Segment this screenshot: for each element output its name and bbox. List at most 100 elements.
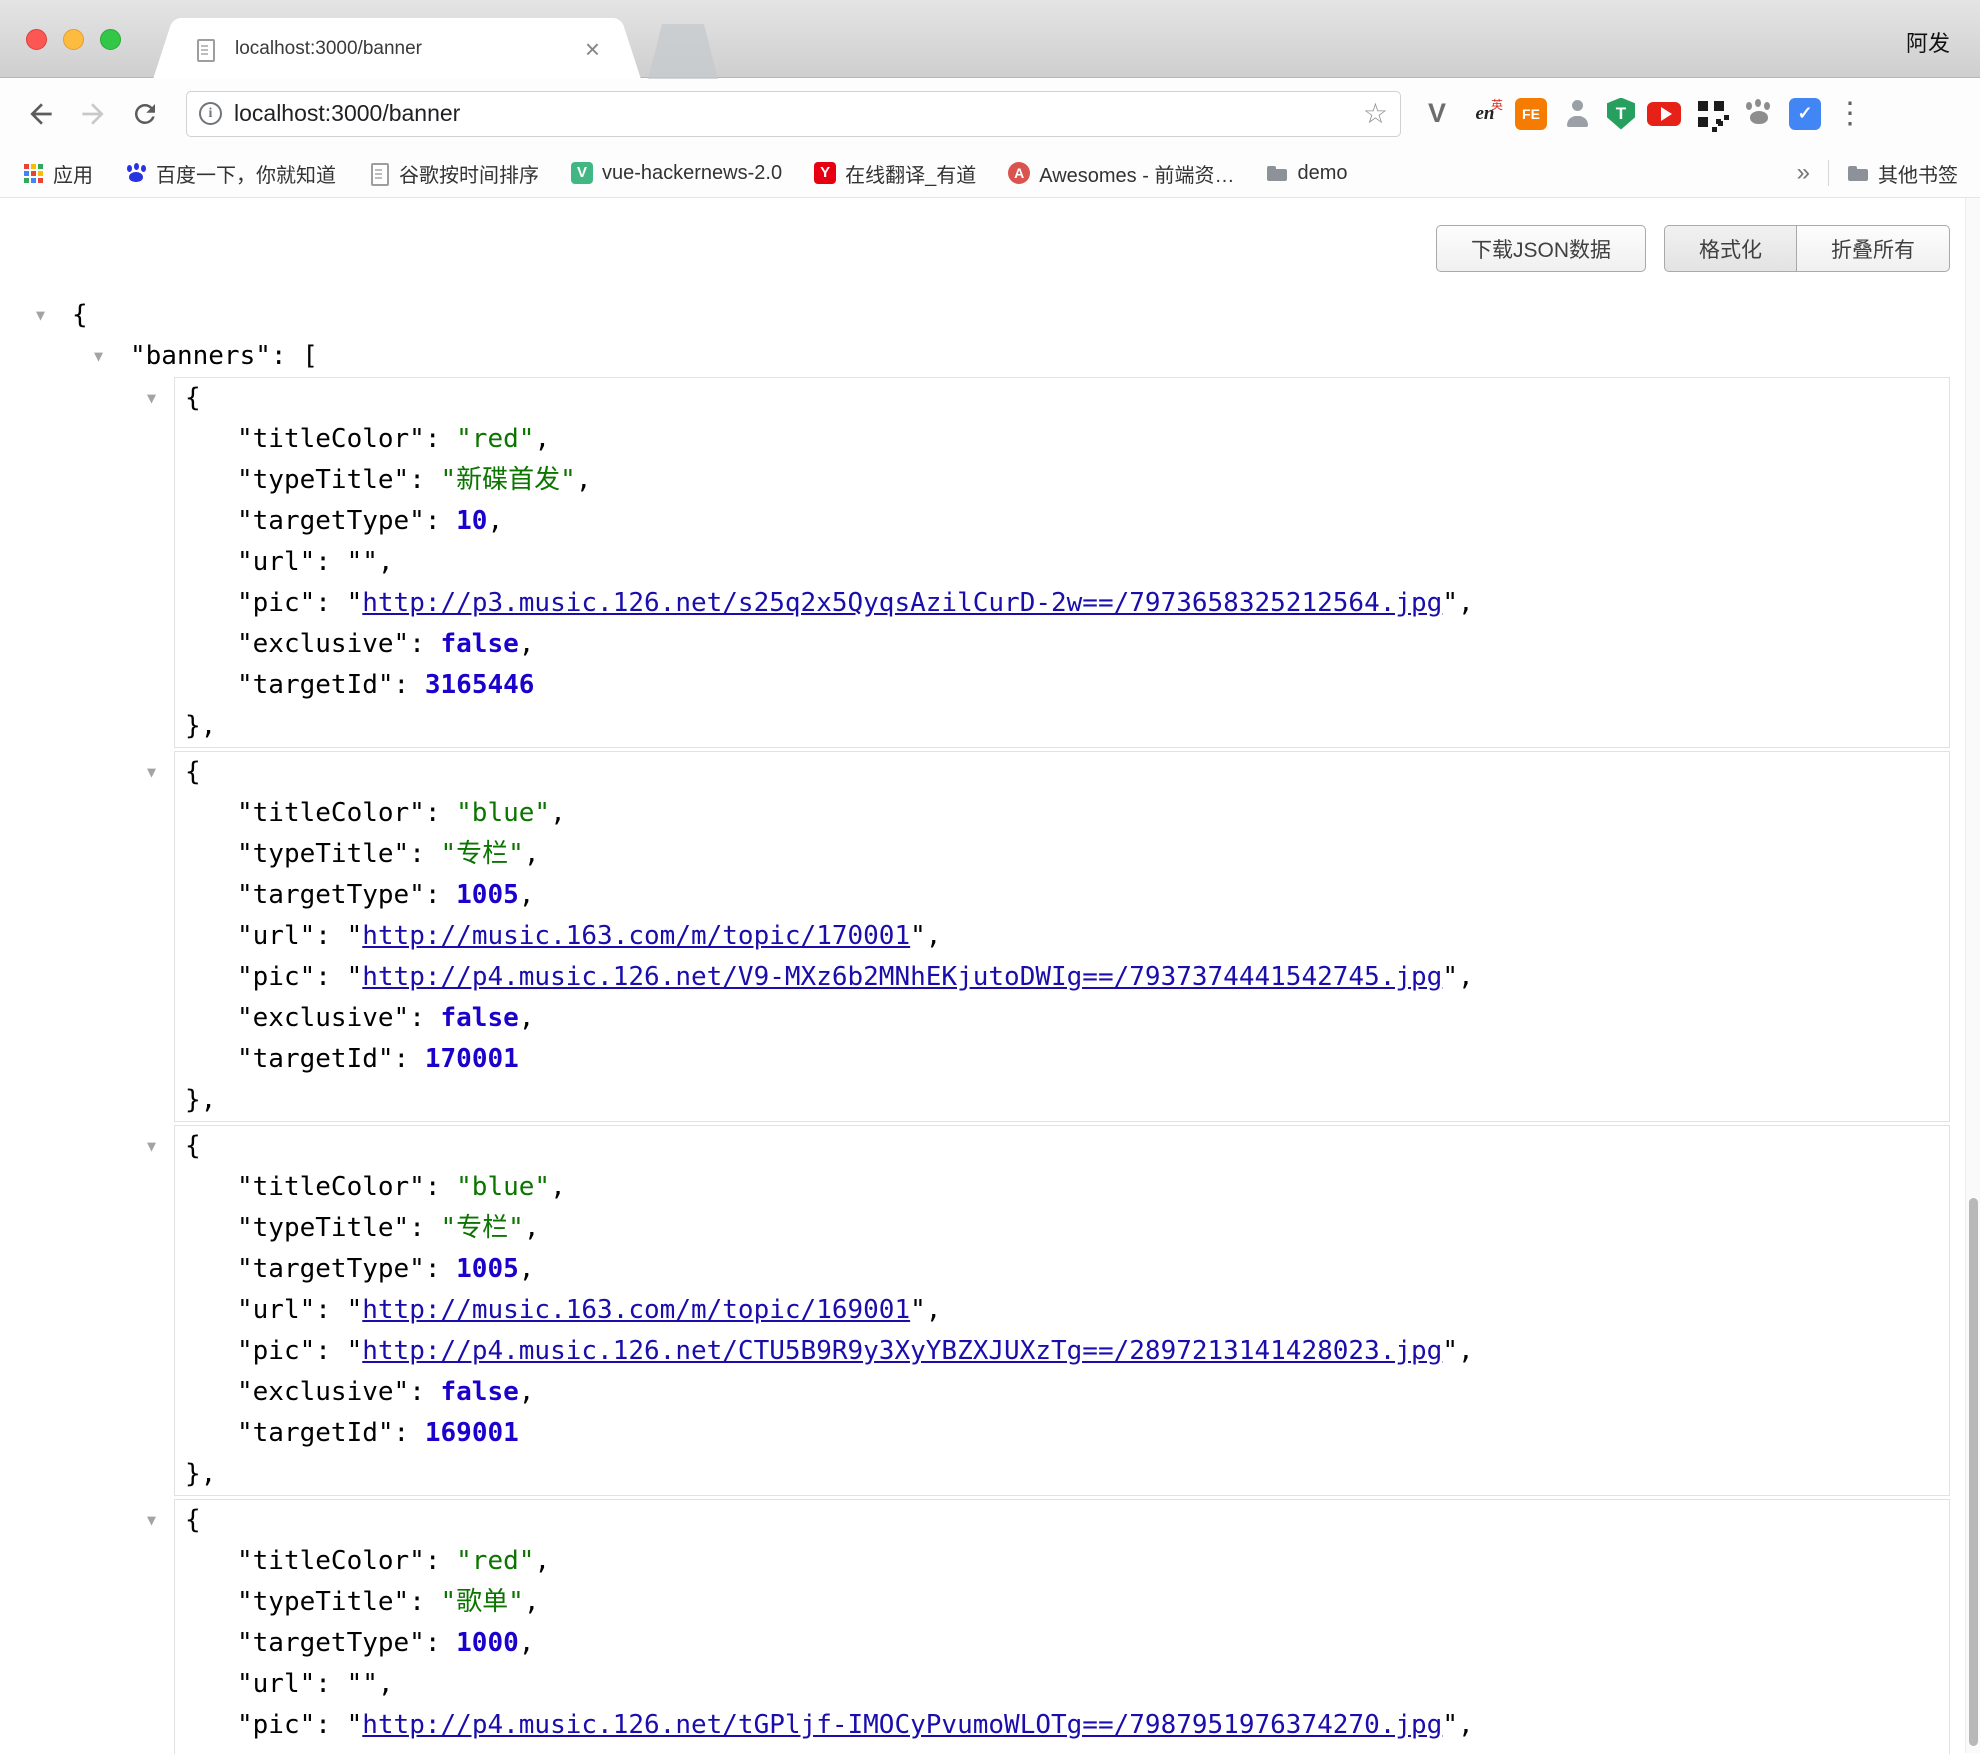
bookmark-label: vue-hackernews-2.0 [602, 162, 782, 185]
collapse-toggle-icon[interactable]: ▼ [147, 378, 156, 419]
json-url-link[interactable]: http://music.163.com/m/topic/169001 [362, 1295, 910, 1325]
json-punct: , [926, 1295, 942, 1325]
shield-t-icon[interactable]: T [1607, 98, 1635, 130]
json-brace: }, [185, 711, 216, 741]
json-key: "typeTitle" [237, 839, 409, 869]
minimize-window-button[interactable] [63, 29, 84, 50]
close-window-button[interactable] [26, 29, 47, 50]
json-object-box: ▼{"titleColor": "red","typeTitle": "新碟首发… [174, 377, 1950, 748]
json-line: ▼{ [175, 378, 1949, 419]
json-key: "exclusive" [237, 629, 409, 659]
new-tab-button[interactable] [648, 24, 718, 79]
json-key: "url" [237, 1669, 315, 1699]
info-icon[interactable]: i [199, 102, 222, 125]
zoom-window-button[interactable] [100, 29, 121, 50]
json-line: "pic": "http://p3.music.126.net/s25q2x5Q… [175, 583, 1949, 624]
tab-close-icon[interactable]: × [581, 36, 604, 62]
json-punct: , [534, 1546, 550, 1576]
reload-icon [130, 99, 160, 129]
youtube-icon[interactable] [1647, 102, 1681, 126]
json-url-link[interactable]: http://p3.music.126.net/s25q2x5QyqsAzilC… [362, 588, 1442, 618]
scrollbar-track[interactable] [1965, 198, 1980, 1753]
json-punct: , [534, 424, 550, 454]
bookmark-item[interactable]: vue-hackernews-2.0 [571, 162, 782, 185]
fehelper-icon-glyph: FE [1522, 106, 1540, 122]
collaboration-person-icon[interactable] [1559, 96, 1595, 132]
translate-pen-icon-glyph: en [1476, 103, 1495, 125]
bookmark-item[interactable]: demo [1266, 162, 1347, 185]
json-boolean: false [441, 1003, 519, 1033]
json-string: "red" [456, 1546, 534, 1576]
json-key: "targetId" [237, 1044, 394, 1074]
qrcode-icon[interactable] [1693, 96, 1729, 132]
json-punct: " [347, 588, 363, 618]
forward-icon [77, 98, 109, 130]
json-boolean: false [441, 629, 519, 659]
json-key: "pic" [237, 962, 315, 992]
bookmarks-overflow-chevron[interactable]: » [1797, 159, 1810, 187]
json-punct: : [315, 962, 346, 992]
json-key: "targetType" [237, 1628, 425, 1658]
back-button[interactable] [24, 97, 58, 131]
json-key: "targetType" [237, 880, 425, 910]
apps-grid-icon [22, 162, 44, 184]
bookmark-item[interactable]: 在线翻译_有道 [814, 159, 976, 188]
bookmark-star-icon[interactable]: ☆ [1363, 100, 1388, 128]
collapse-toggle-icon[interactable]: ▼ [147, 1500, 156, 1541]
translate-pen-icon[interactable]: en [1467, 96, 1503, 132]
json-key: "url" [237, 921, 315, 951]
collapse-toggle-icon[interactable]: ▼ [94, 336, 103, 377]
bookmarks-separator [1828, 160, 1829, 186]
json-key: "targetId" [237, 670, 394, 700]
json-url-link[interactable]: http://p4.music.126.net/V9-MXz6b2MNhEKju… [362, 962, 1442, 992]
reload-button[interactable] [128, 97, 162, 131]
json-url-link[interactable]: http://p4.music.126.net/CTU5B9R9y3XyYBZX… [362, 1336, 1442, 1366]
json-line: ▼"banners": [ [0, 336, 1980, 377]
bookmark-label: 百度一下，你就知道 [156, 159, 336, 188]
format-button[interactable]: 格式化 [1664, 225, 1797, 272]
json-number: 3165446 [425, 670, 535, 700]
vimium-icon[interactable]: V [1419, 96, 1455, 132]
json-brace: { [72, 300, 88, 330]
bookmark-item[interactable]: Awesomes - 前端资… [1008, 159, 1234, 188]
fehelper-icon[interactable]: FE [1515, 98, 1547, 130]
json-punct: : [425, 506, 456, 536]
json-line: "typeTitle": "歌单", [175, 1582, 1949, 1623]
json-punct: , [1458, 1710, 1474, 1740]
collapse-toggle-icon[interactable]: ▼ [147, 752, 156, 793]
folder-icon [1847, 162, 1869, 184]
json-line: "exclusive": false, [175, 624, 1949, 665]
page-icon [368, 162, 390, 184]
json-key: "titleColor" [237, 1172, 425, 1202]
json-punct: " [1442, 1710, 1458, 1740]
collapse-all-button[interactable]: 折叠所有 [1796, 225, 1950, 272]
json-key: "url" [237, 547, 315, 577]
profile-name[interactable]: 阿发 [1906, 26, 1950, 58]
json-string: "新碟首发" [441, 465, 576, 495]
scrollbar-thumb[interactable] [1969, 1198, 1978, 1746]
bookmarks-items: 应用 百度一下，你就知道 谷歌按时间排序 vue-hackernews-2.0 在线翻译… [22, 159, 1347, 188]
other-bookmarks-folder[interactable]: 其他书签 [1847, 159, 1958, 188]
collapse-toggle-icon[interactable]: ▼ [147, 1126, 156, 1167]
url-text[interactable]: localhost:3000/banner [234, 100, 1363, 127]
json-url-link[interactable]: http://music.163.com/m/topic/170001 [362, 921, 910, 951]
forward-button[interactable] [76, 97, 110, 131]
json-key: "typeTitle" [237, 1587, 409, 1617]
json-url-link[interactable]: http://p4.music.126.net/tGPljf-IMOCyPvum… [362, 1710, 1442, 1740]
bookmark-item[interactable]: 谷歌按时间排序 [368, 159, 539, 188]
url-bar[interactable]: i localhost:3000/banner ☆ [186, 91, 1401, 137]
download-json-button[interactable]: 下载JSON数据 [1436, 225, 1646, 272]
secure-badge-icon[interactable]: ✓ [1789, 98, 1821, 130]
json-number: 1000 [456, 1628, 519, 1658]
json-line: }, [175, 1080, 1949, 1121]
json-punct: : [425, 880, 456, 910]
json-line: "exclusive": false, [175, 1372, 1949, 1413]
browser-menu-icon[interactable]: ⋮ [1835, 99, 1865, 129]
browser-tab[interactable]: localhost:3000/banner × [178, 18, 616, 79]
bookmark-item[interactable]: 百度一下，你就知道 [125, 159, 336, 188]
tab-title: localhost:3000/banner [235, 38, 581, 60]
json-punct: : [394, 1044, 425, 1074]
collapse-toggle-icon[interactable]: ▼ [36, 295, 45, 336]
paw-icon[interactable] [1741, 96, 1777, 132]
bookmark-item[interactable]: 应用 [22, 159, 93, 188]
